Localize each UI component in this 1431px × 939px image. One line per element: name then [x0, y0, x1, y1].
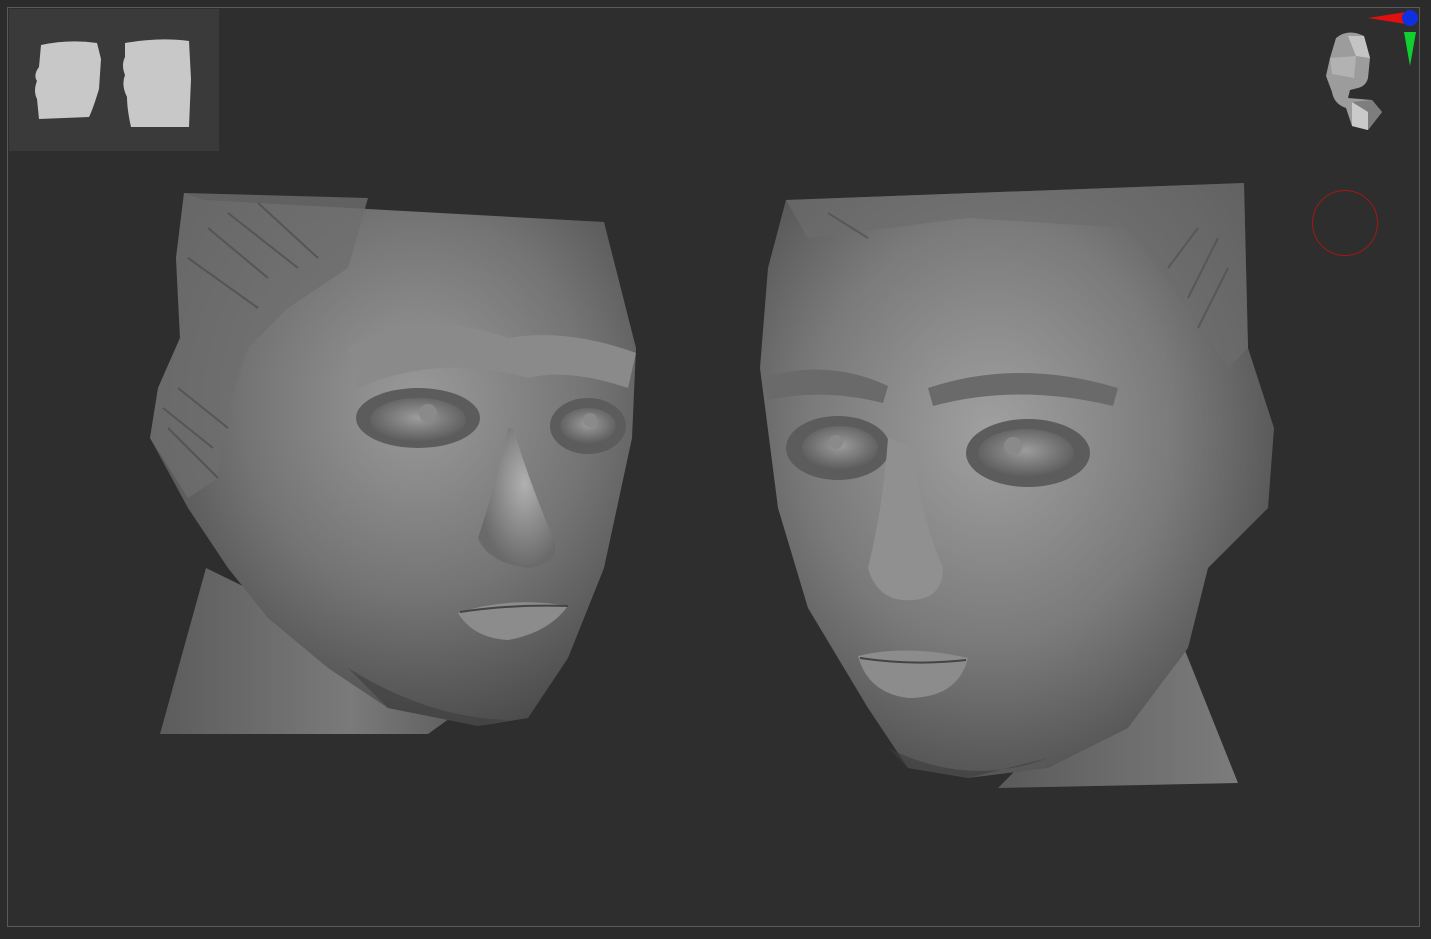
- sculpt-head-left[interactable]: [150, 193, 636, 734]
- head-left-silhouette-icon: [35, 41, 101, 119]
- navigation-head-gizmo[interactable]: [1308, 8, 1420, 138]
- head-right-silhouette-icon: [123, 39, 191, 127]
- thumbnail-view-panel[interactable]: [9, 9, 219, 151]
- sculpt-canvas[interactable]: [8, 8, 1419, 926]
- mini-head-icon: [1326, 32, 1382, 130]
- axis-gizmo-icon[interactable]: [1368, 10, 1418, 66]
- brush-cursor-ring: [1312, 190, 1378, 256]
- sculpt-head-right[interactable]: [760, 183, 1274, 788]
- 3d-viewport[interactable]: [7, 7, 1420, 927]
